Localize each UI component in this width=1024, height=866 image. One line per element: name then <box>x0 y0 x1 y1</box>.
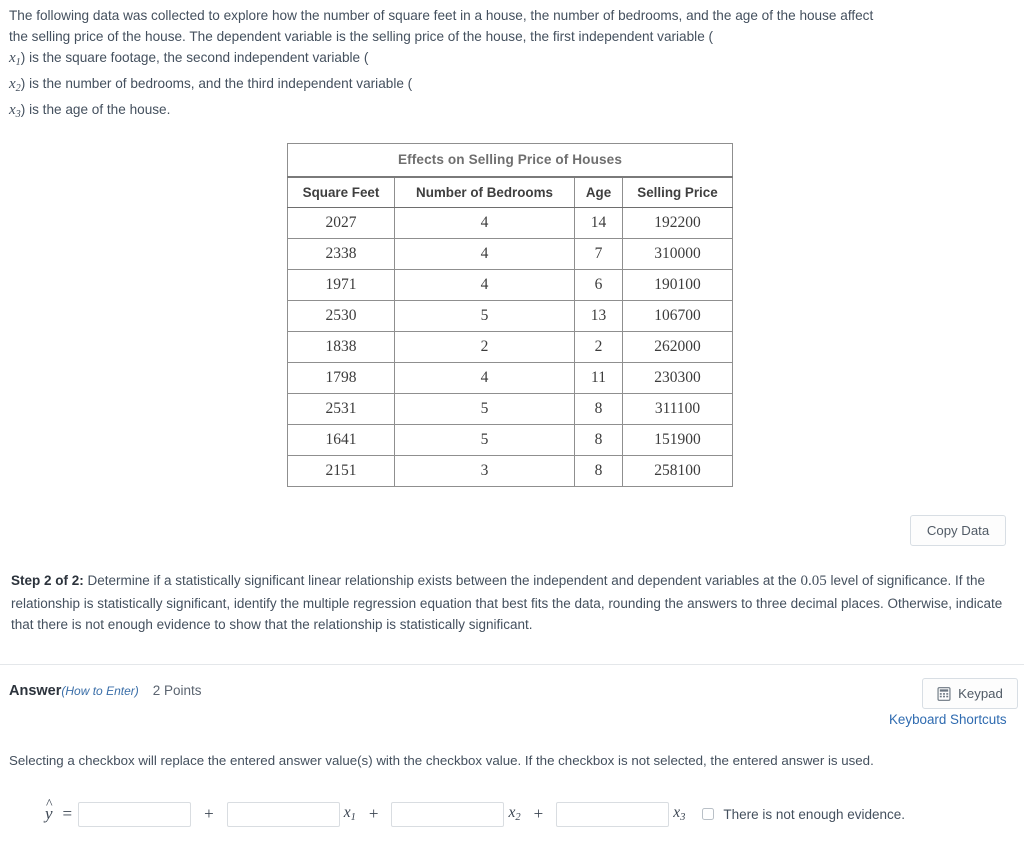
data-table-container: Effects on Selling Price of Houses Squar… <box>287 143 733 487</box>
keyboard-shortcuts-link[interactable]: Keyboard Shortcuts <box>889 712 1007 727</box>
table-cell: 106700 <box>622 300 733 332</box>
intro-line-1: The following data was collected to expl… <box>9 8 874 23</box>
exercise-page: The following data was collected to expl… <box>0 0 1024 866</box>
column-header-square-feet: Square Feet <box>287 176 395 208</box>
step-text-a: Determine if a statistically significant… <box>83 573 801 588</box>
table-cell: 4 <box>394 362 575 394</box>
not-enough-evidence-label: There is not enough evidence. <box>723 806 906 822</box>
copy-data-label: Copy Data <box>926 523 990 538</box>
table-cell: 8 <box>574 424 623 456</box>
table-title-row: Effects on Selling Price of Houses <box>287 143 733 178</box>
table-cell: 8 <box>574 393 623 425</box>
term-x2-label: x2 <box>508 804 521 824</box>
not-enough-evidence-checkbox[interactable] <box>702 808 715 820</box>
table-cell: 311100 <box>622 393 733 425</box>
table-cell: 192200 <box>622 207 733 239</box>
table-row: 2530 5 13 106700 <box>287 300 733 332</box>
table-cell: 2151 <box>287 455 395 487</box>
variable-x3: x3 <box>9 101 21 120</box>
term-x3-label: x3 <box>673 804 686 824</box>
plus-sign-1: + <box>204 804 214 823</box>
problem-statement: The following data was collected to expl… <box>9 5 1009 125</box>
table-cell: 310000 <box>622 238 733 270</box>
answer-equation-row: ^ y = + x1 + x2 + x3 There is not enough … <box>45 797 905 830</box>
table-cell: 4 <box>394 207 575 239</box>
table-row: 1838 2 2 262000 <box>287 331 733 363</box>
plus-sign-2: + <box>368 804 379 823</box>
variable-x2: x2 <box>9 75 21 94</box>
table-cell: 2338 <box>287 238 395 270</box>
step-instructions: Step 2 of 2: Determine if a statisticall… <box>11 570 1013 636</box>
table-cell: 14 <box>574 207 623 239</box>
table-cell: 230300 <box>622 362 733 394</box>
coefficient-x2-input[interactable] <box>391 801 505 827</box>
table-row: 2338 4 7 310000 <box>287 238 733 270</box>
table-header-row: Square Feet Number of Bedrooms Age Selli… <box>287 176 733 208</box>
y-hat-symbol: ^ y <box>45 797 53 823</box>
table-cell: 2530 <box>287 300 395 332</box>
variable-x1: x1 <box>9 50 21 68</box>
data-table: Effects on Selling Price of Houses Squar… <box>287 143 733 487</box>
table-cell: 4 <box>394 238 575 270</box>
table-body: 2027 4 14 192200 2338 4 7 310000 1971 4 6 190100 253… <box>287 207 733 487</box>
column-header-age: Age <box>574 176 623 208</box>
equals-sign: = <box>62 804 73 823</box>
table-row: 1971 4 6 190100 <box>287 269 733 301</box>
table-title: Effects on Selling Price of Houses <box>287 143 733 178</box>
column-header-selling-price: Selling Price <box>622 176 733 208</box>
table-cell: 151900 <box>622 424 733 456</box>
step-heading: Step 2 of 2: <box>11 573 84 588</box>
checkbox-note: Selecting a checkbox will replace the en… <box>9 753 874 768</box>
table-cell: 2 <box>574 331 623 363</box>
answer-label: Answer <box>9 683 62 699</box>
table-cell: 2 <box>394 331 575 363</box>
table-cell: 4 <box>394 269 575 301</box>
not-enough-evidence-option: There is not enough evidence. <box>702 807 905 822</box>
table-cell: 1798 <box>287 362 395 394</box>
keypad-label: Keypad <box>958 686 1003 701</box>
table-cell: 8 <box>574 455 623 487</box>
table-cell: 11 <box>574 362 623 394</box>
intro-line-2: the selling price of the house. The depe… <box>9 29 714 44</box>
intro-line-5: x3) is the age of the house. <box>9 101 171 120</box>
column-header-number-of-bedrooms: Number of Bedrooms <box>394 176 575 208</box>
intercept-input[interactable] <box>78 801 192 827</box>
table-cell: 1641 <box>287 424 395 456</box>
table-cell: 2027 <box>287 207 395 239</box>
how-to-enter-link[interactable]: (How to Enter) <box>61 684 138 698</box>
copy-data-button[interactable]: Copy Data <box>910 515 1006 546</box>
calculator-icon <box>937 686 951 701</box>
intro-line-4: x2) is the number of bedrooms, and the t… <box>9 75 413 94</box>
significance-level: 0.05 <box>800 573 827 589</box>
table-cell: 258100 <box>622 455 733 487</box>
table-cell: 3 <box>394 455 575 487</box>
table-cell: 7 <box>574 238 623 270</box>
table-row: 1641 5 8 151900 <box>287 424 733 456</box>
table-cell: 1971 <box>287 269 395 301</box>
table-cell: 5 <box>394 424 575 456</box>
table-cell: 5 <box>394 393 575 425</box>
table-cell: 1838 <box>287 331 395 363</box>
points-value: 2 Points <box>152 683 202 698</box>
plus-sign-3: + <box>533 804 544 823</box>
table-cell: 13 <box>574 300 623 332</box>
table-cell: 5 <box>394 300 575 332</box>
coefficient-x3-input[interactable] <box>556 801 670 827</box>
table-row: 2151 3 8 258100 <box>287 455 733 487</box>
section-divider <box>0 664 1024 665</box>
table-cell: 262000 <box>622 331 733 363</box>
table-row: 2531 5 8 311100 <box>287 393 733 425</box>
coefficient-x1-input[interactable] <box>226 801 340 827</box>
table-cell: 2531 <box>287 393 395 425</box>
answer-bar: Answer (How to Enter) 2 Points <box>9 683 202 699</box>
table-row: 2027 4 14 192200 <box>287 207 733 239</box>
table-cell: 6 <box>574 269 623 301</box>
term-x1-label: x1 <box>343 804 356 824</box>
table-cell: 190100 <box>622 269 733 301</box>
keypad-button[interactable]: Keypad <box>922 678 1018 709</box>
table-row: 1798 4 11 230300 <box>287 362 733 394</box>
intro-line-3: x1) is the square footage, the second in… <box>9 50 369 68</box>
